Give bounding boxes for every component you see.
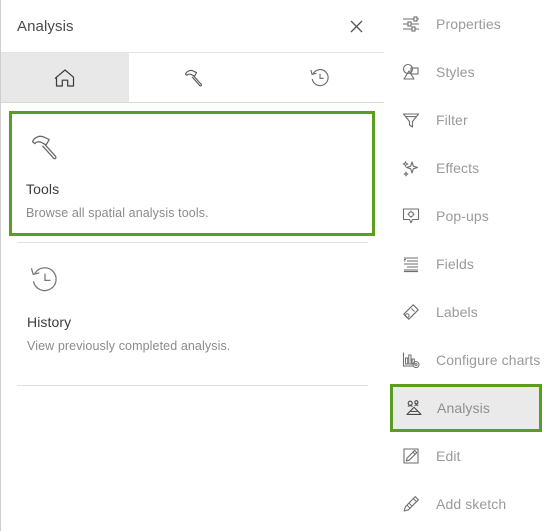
sidebar-item-label: Fields (436, 256, 474, 272)
card-history[interactable]: History View previously completed analys… (10, 243, 375, 369)
card-description: View previously completed analysis. (27, 339, 231, 353)
sidebar-item-label: Filter (436, 112, 468, 128)
panel-header: Analysis (1, 0, 384, 52)
card-description: Browse all spatial analysis tools. (26, 206, 209, 220)
sidebar-item-label: Analysis (437, 400, 490, 416)
sidebar-item-label: Edit (436, 448, 461, 464)
sidebar-item-label: Add sketch (436, 496, 507, 512)
sidebar-item-edit[interactable]: Edit (384, 432, 548, 480)
tab-tools[interactable] (128, 53, 257, 102)
panel-tabs (1, 52, 385, 103)
sidebar-item-fields[interactable]: Fields (384, 240, 548, 288)
analysis-panel-screen: Analysis Tools Browse all spatial analys… (0, 0, 548, 531)
card-title: History (27, 314, 72, 330)
sidebar-item-label: Properties (436, 16, 501, 32)
home-icon (52, 65, 78, 91)
card-tools[interactable]: Tools Browse all spatial analysis tools. (9, 111, 375, 236)
sidebar-item-labels[interactable]: Labels (384, 288, 548, 336)
history-icon (27, 262, 63, 298)
sidebar-item-label: Effects (436, 160, 480, 176)
tool-sidebar: Properties Styles Filter Effects Pop-ups… (384, 0, 548, 531)
funnel-icon (400, 109, 422, 131)
analysis-panel: Analysis Tools Browse all spatial analys… (0, 0, 385, 531)
sidebar-item-label: Pop-ups (436, 208, 489, 224)
sidebar-item-add-sketch[interactable]: Add sketch (384, 480, 548, 528)
card-icon-tools (26, 127, 359, 167)
chart-gear-icon (400, 349, 422, 371)
close-icon (350, 20, 363, 33)
sidebar-item-analysis[interactable]: Analysis (390, 384, 542, 432)
sidebar-item-filter[interactable]: Filter (384, 96, 548, 144)
sliders-icon (400, 13, 422, 35)
sidebar-item-configure-charts[interactable]: Configure charts (384, 336, 548, 384)
label-tag-icon (400, 301, 422, 323)
history-icon (307, 65, 333, 91)
card-title: Tools (26, 181, 60, 197)
sidebar-item-label: Configure charts (436, 352, 541, 368)
hammer-icon (26, 129, 62, 165)
fields-icon (400, 253, 422, 275)
analysis-card-list: Tools Browse all spatial analysis tools.… (1, 103, 384, 531)
close-button[interactable] (342, 12, 370, 40)
popup-icon (400, 205, 422, 227)
card-icon-history (27, 260, 359, 300)
sidebar-item-label: Labels (436, 304, 478, 320)
sketch-pencil-icon (400, 493, 422, 515)
sidebar-item-properties[interactable]: Properties (384, 0, 548, 48)
page-title: Analysis (17, 17, 74, 35)
card-divider-bottom (17, 385, 368, 386)
sidebar-item-effects[interactable]: Effects (384, 144, 548, 192)
styles-icon (400, 61, 422, 83)
analysis-icon (403, 397, 425, 419)
sparkle-icon (400, 157, 422, 179)
tab-home[interactable] (1, 53, 129, 102)
hammer-icon (180, 65, 206, 91)
sidebar-item-label: Styles (436, 64, 475, 80)
pencil-square-icon (400, 445, 422, 467)
sidebar-item-styles[interactable]: Styles (384, 48, 548, 96)
sidebar-item-pop-ups[interactable]: Pop-ups (384, 192, 548, 240)
tab-history[interactable] (256, 53, 385, 102)
